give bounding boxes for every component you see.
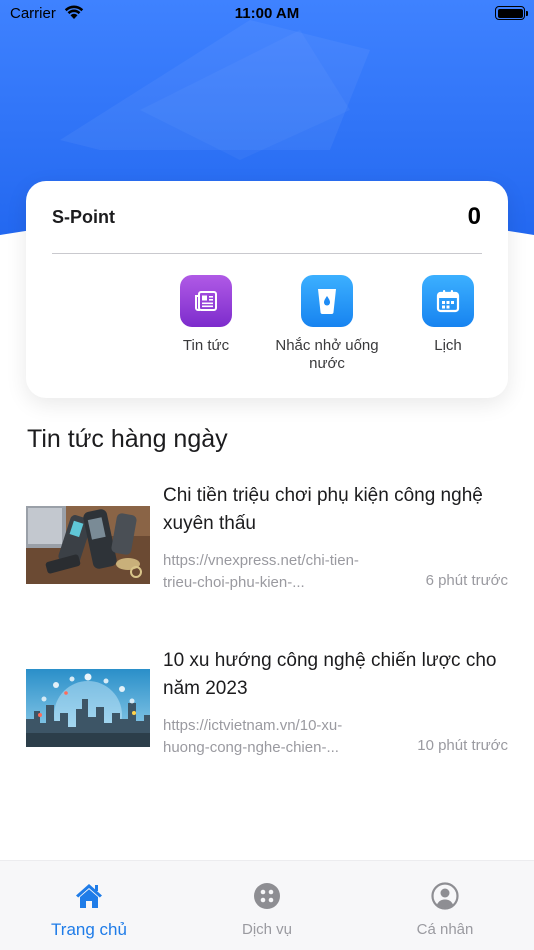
card-divider <box>52 253 482 254</box>
status-time: 11:00 AM <box>234 5 300 22</box>
points-label: S-Point <box>52 207 115 227</box>
tab-profile-label: Cá nhân <box>416 921 474 938</box>
shortcut-water-reminder[interactable]: Nhắc nhở uống nước <box>257 275 397 373</box>
tab-profile[interactable]: Cá nhân <box>356 861 534 950</box>
news-time: 10 phút trước <box>417 737 508 754</box>
news-section-title: Tin tức hàng ngày <box>27 425 228 453</box>
news-thumbnail-tech-accessories <box>26 506 150 584</box>
news-thumbnail-city-network <box>26 669 150 747</box>
water-glass-icon <box>301 275 353 327</box>
points-value: 0 <box>467 203 481 230</box>
news-title[interactable]: Chi tiền triệu chơi phụ kiện công nghệ x… <box>163 482 508 538</box>
news-item[interactable]: Chi tiền triệu chơi phụ kiện công nghệ x… <box>26 482 508 592</box>
news-url: https://vnexpress.net/chi-tien-trieu-cho… <box>163 552 359 591</box>
calendar-icon <box>422 275 474 327</box>
news-title[interactable]: 10 xu hướng công nghệ chiến lược cho năm… <box>163 647 508 703</box>
tab-home[interactable]: Trang chủ <box>0 861 178 950</box>
tab-home-label: Trang chủ <box>51 920 127 939</box>
services-icon <box>254 883 280 909</box>
points-card: S-Point 0 Tin tức Nhắc nhở uống nước Lịc… <box>26 181 508 398</box>
newspaper-icon <box>180 275 232 327</box>
profile-icon <box>431 882 459 910</box>
shortcut-calendar-label: Lịch <box>434 337 462 354</box>
battery-icon <box>495 6 528 20</box>
tab-services[interactable]: Dịch vụ <box>178 861 356 950</box>
news-url: https://ictvietnam.vn/10-xu-huong-cong-n… <box>163 717 343 756</box>
shortcut-water-label: Nhắc nhở uống nước <box>275 337 379 372</box>
shortcut-calendar[interactable]: Lịch <box>378 275 518 355</box>
shortcut-news[interactable]: Tin tức <box>136 275 276 355</box>
news-time: 6 phút trước <box>425 572 508 589</box>
bottom-tab-bar: Trang chủ Dịch vụ Cá nhân <box>0 860 534 950</box>
status-bar: Carrier 11:00 AM <box>0 0 534 28</box>
shortcut-news-label: Tin tức <box>182 337 230 354</box>
news-item[interactable]: 10 xu hướng công nghệ chiến lược cho năm… <box>26 647 508 757</box>
tab-services-label: Dịch vụ <box>241 921 293 938</box>
home-icon <box>76 884 102 908</box>
